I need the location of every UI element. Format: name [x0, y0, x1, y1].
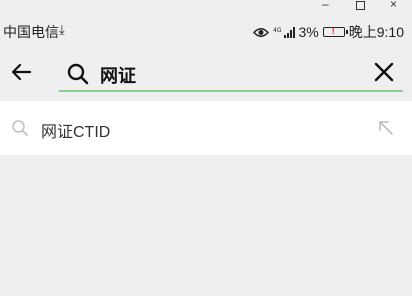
maximize-icon[interactable] — [356, 1, 365, 10]
battery-icon: ! — [322, 26, 348, 37]
search-query: 网证 — [100, 66, 136, 86]
network-label: 4G — [273, 27, 282, 34]
minimize-icon[interactable]: – — [322, 0, 329, 11]
suggestion-search-icon — [12, 120, 28, 136]
carrier-name: 中国电信 — [3, 24, 59, 40]
status-right: 4G 3% ! 晚上9:10 — [252, 22, 404, 42]
clear-search-icon[interactable] — [373, 61, 395, 83]
window-close-icon[interactable]: × — [390, 0, 397, 11]
battery-percent: 3% — [298, 24, 319, 40]
window-controls: – × — [0, 0, 412, 11]
download-icon: ⤓ — [59, 22, 65, 37]
back-arrow-icon[interactable] — [9, 60, 33, 84]
search-icon — [67, 63, 89, 85]
search-input[interactable]: 网证 — [59, 56, 403, 92]
suggestion-list: 网证CTID — [0, 101, 412, 155]
search-bar: 网证 — [0, 50, 412, 95]
fill-query-arrow-icon[interactable] — [378, 120, 394, 136]
suggestion-item[interactable]: 网证CTID — [0, 101, 412, 155]
clock: 晚上9:10 — [348, 24, 404, 40]
status-bar: 中国电信 ⤓ 4G 3% ! 晚上9:10 — [0, 18, 412, 46]
signal-icon: 4G — [273, 26, 295, 38]
eye-icon — [252, 27, 269, 37]
suggestion-label: 网证CTID — [41, 124, 111, 141]
